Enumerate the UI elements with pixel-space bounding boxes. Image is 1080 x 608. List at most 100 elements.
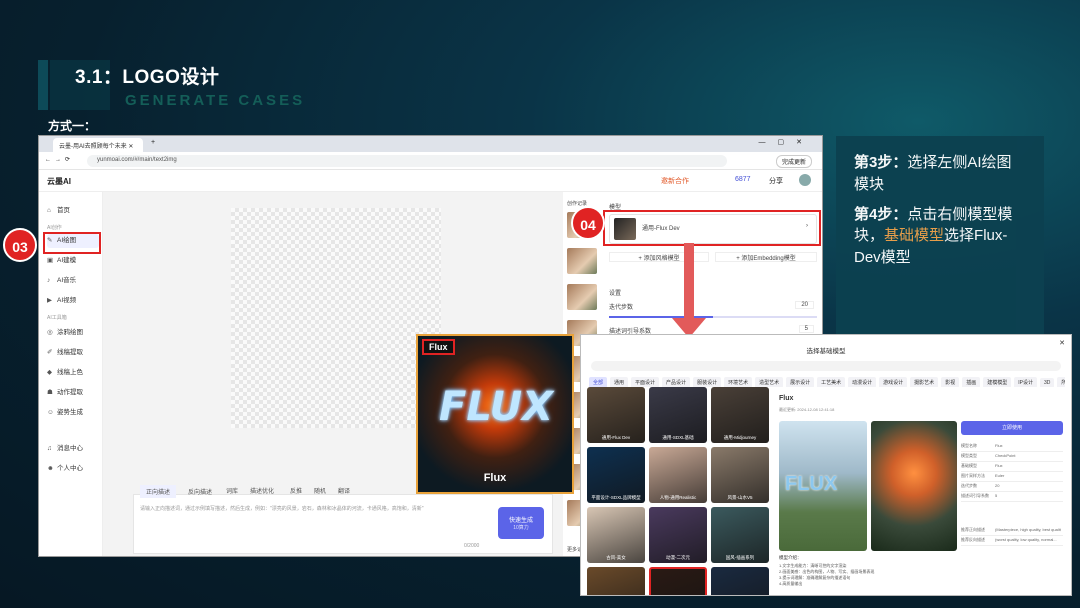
sidebar-item-coloring[interactable]: ◆ 线稿上色 bbox=[47, 366, 99, 380]
sidebar-item-messages[interactable]: ♫ 消息中心 bbox=[47, 442, 99, 456]
sidebar-item-label: 个人中心 bbox=[57, 465, 83, 472]
param-value: CheckPoint bbox=[995, 453, 1016, 458]
category-tab[interactable]: 造型艺术 bbox=[755, 377, 784, 387]
sidebar-item-label: AI建模 bbox=[57, 257, 77, 264]
url-input[interactable]: yunmoai.com/#/main/text2img bbox=[87, 155, 727, 167]
sidebar-item-doodle[interactable]: ◎ 涂鸦绘图 bbox=[47, 326, 99, 340]
sidebar-item-home[interactable]: ⌂ 首页 bbox=[47, 204, 99, 218]
history-thumb[interactable] bbox=[567, 248, 597, 274]
share-button[interactable]: 分享 bbox=[769, 176, 783, 186]
category-tab[interactable]: 摄影艺术 bbox=[910, 377, 939, 387]
sidebar-item-pose-gen[interactable]: ☺ 姿势生成 bbox=[47, 406, 99, 420]
tab-negative-prompt[interactable]: 反向描述 bbox=[182, 485, 218, 498]
close-icon[interactable]: ✕ bbox=[1059, 339, 1065, 347]
model-search-input[interactable] bbox=[591, 361, 1061, 371]
steps-slider[interactable] bbox=[609, 316, 817, 318]
category-tab[interactable]: 通用 bbox=[610, 377, 629, 387]
add-style-button[interactable]: + 添加风格模型 bbox=[609, 252, 709, 262]
tool-translate[interactable]: 翻译 bbox=[338, 486, 350, 495]
sidebar-item-ai-music[interactable]: ♪ AI音乐 bbox=[47, 274, 99, 288]
sidebar-item-lineart[interactable]: ✐ 线稿提取 bbox=[47, 346, 99, 360]
step4-label: 第4步： bbox=[854, 205, 908, 223]
tool-reverse[interactable]: 反推 bbox=[290, 486, 302, 495]
model-detail: Flux 最近更新: 2024-12-08 12:41:18 FLUX 立即使用… bbox=[779, 393, 1069, 593]
step3-label: 第3步： bbox=[854, 154, 908, 171]
sidebar-item-label: AI音乐 bbox=[57, 277, 77, 284]
step4-highlight: 基础模型 bbox=[884, 227, 945, 245]
param-key: 基础模型 bbox=[961, 463, 977, 468]
model-card-label: 风景-山水V5 bbox=[727, 495, 753, 500]
use-model-button[interactable]: 立即使用 bbox=[961, 421, 1063, 435]
category-tab[interactable]: 所有国内顶尖的AI大模型 bbox=[1057, 377, 1065, 387]
tab-title: 云墨-用AI去照顾每个未来 bbox=[59, 144, 127, 150]
detail-meta: 最近更新: 2024-12-08 12:41:18 bbox=[779, 407, 835, 412]
category-tab[interactable]: 全部 bbox=[589, 377, 608, 387]
category-tab[interactable]: 动漫设计 bbox=[848, 377, 877, 387]
model-card[interactable]: 3D bbox=[587, 567, 645, 595]
history-thumb[interactable] bbox=[567, 284, 597, 310]
category-tab[interactable]: 3D bbox=[1039, 378, 1055, 387]
nav-section-create: AI创作 bbox=[47, 225, 62, 231]
flux-tag: Flux bbox=[422, 339, 455, 355]
pose-icon: ☗ bbox=[47, 389, 53, 396]
category-tab[interactable]: 服装设计 bbox=[693, 377, 722, 387]
category-tab[interactable]: 影视 bbox=[941, 377, 960, 387]
prompt-input[interactable]: 请输入正向描述词，通过示例填写描述，然后生成，例如："漂亮的风景，岩石，森林和冰… bbox=[140, 505, 480, 512]
finish-update-button[interactable]: 完成更新 bbox=[775, 155, 812, 168]
param-row: 描述词引导系数 5 bbox=[961, 493, 1063, 502]
param-value: (Masterpiece, high quality, best quality… bbox=[995, 527, 1061, 532]
add-embedding-button[interactable]: + 添加Embedding模型 bbox=[715, 252, 817, 262]
method-label: 方式一： bbox=[48, 119, 97, 133]
generate-button[interactable]: 快速生成 10算力 bbox=[498, 507, 544, 539]
category-tab[interactable]: 工艺美术 bbox=[817, 377, 846, 387]
tab-positive-prompt[interactable]: 正向描述 bbox=[140, 485, 177, 498]
model-card[interactable]: Flux bbox=[649, 567, 707, 595]
settings-section-label: 设置 bbox=[609, 291, 622, 297]
sidebar-item-ai-model[interactable]: ▣ AI建模 bbox=[47, 254, 99, 268]
category-tab[interactable]: IP设计 bbox=[1014, 377, 1037, 387]
category-tab[interactable]: 产品设计 bbox=[662, 377, 691, 387]
category-tab[interactable]: 建模模型 bbox=[983, 377, 1012, 387]
user-icon: ☻ bbox=[47, 465, 54, 472]
model-card[interactable]: 通用-SDXL基础 bbox=[649, 387, 707, 443]
guidance-value[interactable]: 5 bbox=[798, 325, 814, 333]
category-tab[interactable]: 展示设计 bbox=[786, 377, 815, 387]
avatar[interactable] bbox=[799, 174, 811, 186]
sidebar-item-ai-video[interactable]: ▶ AI视频 bbox=[47, 294, 99, 308]
tool-dictionary[interactable]: 词库 bbox=[226, 486, 238, 495]
detail-preview-image-1: FLUX bbox=[779, 421, 867, 551]
video-icon: ▶ bbox=[47, 297, 52, 304]
sidebar-item-label: 涂鸦绘图 bbox=[57, 329, 83, 336]
category-tab[interactable]: 平面设计 bbox=[631, 377, 660, 387]
category-tab[interactable]: 环境艺术 bbox=[724, 377, 753, 387]
nav-arrows-icon[interactable]: ←→⟳ bbox=[45, 156, 74, 163]
new-tab-icon[interactable]: + bbox=[151, 139, 155, 146]
model-card[interactable]: 人物-通用Realistic bbox=[649, 447, 707, 503]
model-card[interactable]: 古风-美女 bbox=[587, 507, 645, 563]
tool-random[interactable]: 随机 bbox=[314, 486, 326, 495]
category-tab[interactable]: 插画 bbox=[962, 377, 981, 387]
steps-value[interactable]: 20 bbox=[795, 301, 814, 309]
invite-button[interactable]: 邀新合作 bbox=[661, 176, 689, 186]
model-card[interactable]: 通用-Flux Dev bbox=[587, 387, 645, 443]
model-card[interactable]: 国风-插画系列 bbox=[711, 507, 769, 563]
nav-section-tools: AI工具箱 bbox=[47, 315, 67, 321]
step3-text: 第3步：选择左侧AI绘图模块 bbox=[854, 152, 1026, 196]
model-card-label: 国风-插画系列 bbox=[725, 555, 755, 560]
sidebar-item-label: 线稿上色 bbox=[57, 369, 83, 376]
cube-icon: ▣ bbox=[47, 257, 54, 264]
model-card[interactable]: 动漫-二次元 bbox=[649, 507, 707, 563]
sidebar-item-label: AI视频 bbox=[57, 297, 77, 304]
slide-title: 3.1：LOGO设计 bbox=[75, 67, 220, 88]
category-tab[interactable]: 游戏设计 bbox=[879, 377, 908, 387]
tool-optimize[interactable]: 描述优化 bbox=[250, 486, 274, 495]
browser-tab[interactable]: 云墨-用AI去照顾每个未来 ✕ bbox=[53, 138, 143, 152]
model-card[interactable]: 通用-SD 3.5 Medium bbox=[711, 567, 769, 595]
sidebar-item-profile[interactable]: ☻ 个人中心 bbox=[47, 462, 99, 476]
sidebar-item-pose-extract[interactable]: ☗ 动作提取 bbox=[47, 386, 99, 400]
model-card[interactable]: 风景-山水V5 bbox=[711, 447, 769, 503]
param-value: 20 bbox=[995, 483, 1000, 488]
model-card[interactable]: 通用-Midjourney bbox=[711, 387, 769, 443]
window-controls-icon[interactable]: —▢✕ bbox=[759, 138, 814, 146]
model-card[interactable]: 平面设计-SDXL品牌模型 bbox=[587, 447, 645, 503]
